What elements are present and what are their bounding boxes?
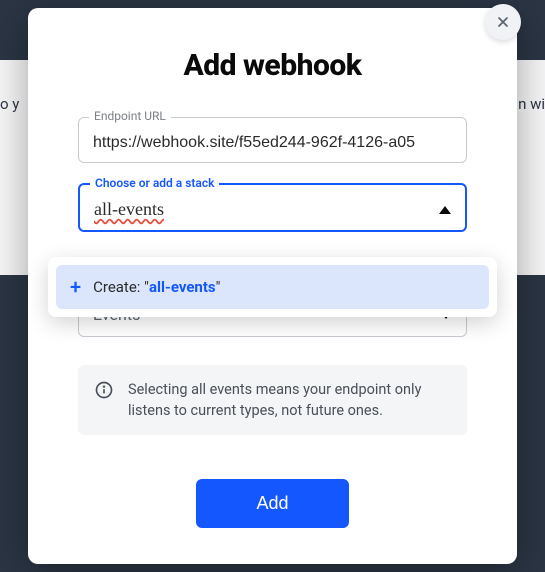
chevron-up-icon bbox=[439, 206, 451, 214]
stack-label: Choose or add a stack bbox=[90, 176, 219, 190]
bg-text-left: o y bbox=[0, 95, 19, 113]
bg-text-right: n wi bbox=[518, 95, 545, 113]
modal-title: Add webhook bbox=[78, 48, 467, 83]
endpoint-url-field[interactable]: Endpoint URL bbox=[78, 117, 467, 163]
plus-icon: + bbox=[70, 277, 81, 297]
close-button[interactable] bbox=[485, 4, 521, 40]
info-text: Selecting all events means your endpoint… bbox=[128, 379, 451, 421]
stack-input-value[interactable]: all-events bbox=[94, 199, 164, 220]
info-banner: Selecting all events means your endpoint… bbox=[78, 365, 467, 435]
close-icon bbox=[495, 14, 511, 30]
endpoint-url-input[interactable] bbox=[93, 134, 452, 152]
create-stack-option[interactable]: + Create: "all-events" bbox=[56, 265, 489, 309]
info-icon bbox=[94, 380, 114, 400]
stack-dropdown-panel: + Create: "all-events" bbox=[48, 257, 497, 317]
stack-combobox[interactable]: Choose or add a stack all-events bbox=[78, 183, 467, 232]
create-stack-label: Create: "all-events" bbox=[93, 278, 220, 296]
endpoint-url-label: Endpoint URL bbox=[89, 109, 171, 123]
add-button[interactable]: Add bbox=[196, 479, 348, 528]
